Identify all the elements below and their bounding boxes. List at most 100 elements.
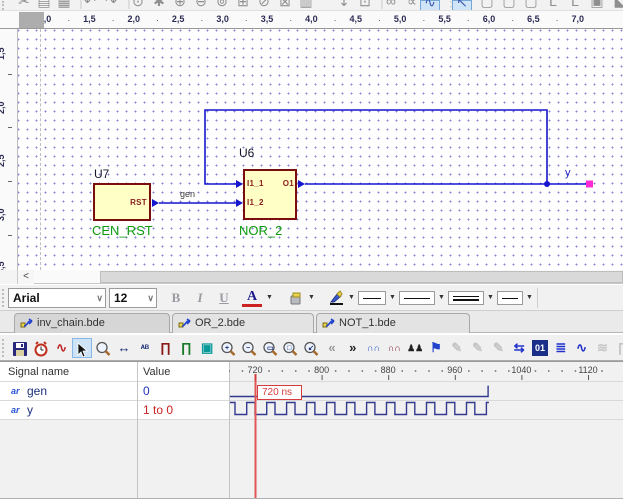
- chevron-down-icon[interactable]: ▼: [487, 294, 494, 301]
- cut-icon[interactable]: ✂: [14, 0, 34, 10]
- copy-pages-icon[interactable]: ▣: [197, 338, 217, 358]
- chevron-down-icon[interactable]: ∨: [96, 289, 103, 307]
- signal-row-gen[interactable]: gen: [27, 384, 47, 398]
- find-value-icon[interactable]: ∩∩: [384, 338, 404, 358]
- signal-value-y: 1 to 0: [143, 403, 174, 417]
- shape-rect-icon[interactable]: ▣: [587, 0, 607, 10]
- chevron-down-icon[interactable]: ▼: [389, 294, 396, 301]
- component-alt-icon[interactable]: ∝: [402, 0, 422, 10]
- component-u6[interactable]: [243, 169, 297, 220]
- signal-row-y[interactable]: y: [27, 403, 33, 417]
- cursor-time-flag[interactable]: 720 ns: [257, 385, 302, 400]
- schematic-canvas[interactable]: U7 RST CEN_RST U6 I1_1 I1_2 O1 NOR_2 gen…: [18, 29, 623, 270]
- font-size-select[interactable]: 12 ∨: [109, 288, 157, 308]
- stimulators-icon[interactable]: ∿: [52, 338, 72, 358]
- chevron-down-icon[interactable]: ▼: [308, 294, 315, 301]
- zoom-in-icon[interactable]: ⊕: [170, 0, 190, 10]
- hscroll-left-button[interactable]: <: [18, 270, 34, 284]
- corner-icon[interactable]: ◣: [610, 0, 623, 10]
- measure-time-icon[interactable]: ↔: [114, 338, 134, 358]
- wave-mode-icon[interactable]: ∿: [420, 0, 440, 10]
- zoom-icon[interactable]: [93, 338, 113, 358]
- wire-l2-icon[interactable]: L: [565, 0, 585, 10]
- timer-icon[interactable]: [31, 338, 51, 358]
- underline-button[interactable]: U: [214, 288, 234, 308]
- column-separator[interactable]: [137, 362, 138, 499]
- arrow-style-select[interactable]: [497, 291, 523, 305]
- net-label-y[interactable]: y: [565, 167, 571, 179]
- shape-box2-icon[interactable]: ▢: [499, 0, 519, 10]
- zoom-out-icon[interactable]: ⊖: [191, 0, 211, 10]
- bold-button[interactable]: B: [166, 288, 186, 308]
- line-color-icon[interactable]: [328, 290, 346, 306]
- binary-01-icon[interactable]: 01: [532, 340, 548, 356]
- signal-name-header[interactable]: Signal name: [8, 366, 69, 378]
- find-icon[interactable]: ∩∩: [364, 338, 384, 358]
- zoom-prev-icon[interactable]: ⊘: [254, 0, 274, 10]
- hscroll-thumb[interactable]: [100, 271, 623, 283]
- zoom-out-icon[interactable]: −: [239, 338, 259, 358]
- compare-ab-icon[interactable]: ᴬᴮ: [135, 338, 155, 358]
- tab-OR_2.bde[interactable]: OR_2.bde: [172, 313, 314, 333]
- tab-inv_chain.bde[interactable]: inv_chain.bde: [14, 313, 170, 333]
- next-event-icon[interactable]: »: [343, 338, 363, 358]
- fill-color-icon[interactable]: [288, 291, 304, 306]
- paste-disabled-icon[interactable]: ✎: [488, 338, 508, 358]
- zoom-fit-icon[interactable]: ⊚: [212, 0, 232, 10]
- zoom-area-icon[interactable]: □: [280, 338, 300, 358]
- zoom-full-icon[interactable]: ▭: [260, 338, 280, 358]
- line-style-select[interactable]: [358, 291, 386, 305]
- pin-icon[interactable]: ↧: [334, 0, 354, 10]
- clock-disabled-icon[interactable]: ∏: [613, 338, 623, 358]
- edit-stimulus-icon[interactable]: ∏: [156, 338, 176, 358]
- chevron-down-icon[interactable]: ▼: [348, 294, 355, 301]
- hruler-tick: ·: [422, 15, 426, 25]
- insert-wave-icon[interactable]: ∿: [572, 338, 592, 358]
- component-icon[interactable]: ∞: [381, 0, 401, 10]
- zoom-area-icon[interactable]: ⊞: [233, 0, 253, 10]
- save-icon[interactable]: [10, 338, 30, 358]
- toolbar-grip[interactable]: [2, 289, 5, 307]
- zoom-in-icon[interactable]: +: [218, 338, 238, 358]
- pin-rst: RST: [130, 198, 147, 207]
- zoom-sel-icon[interactable]: ⊠: [275, 0, 295, 10]
- font-name-select[interactable]: Arial ∨: [8, 288, 106, 308]
- tab-NOT_1.bde[interactable]: NOT_1.bde: [316, 313, 470, 333]
- bus-expand-icon[interactable]: ≣: [551, 338, 571, 358]
- chevron-down-icon[interactable]: ∨: [147, 289, 154, 307]
- flag-icon[interactable]: ⚑: [426, 338, 446, 358]
- cut-disabled-icon[interactable]: ✎: [447, 338, 467, 358]
- border-style-select[interactable]: [448, 291, 484, 305]
- chevron-down-icon[interactable]: ▼: [438, 294, 445, 301]
- chevron-down-icon[interactable]: ▼: [526, 294, 533, 301]
- copy-icon[interactable]: ▤: [34, 0, 54, 10]
- terminal-y[interactable]: [586, 180, 593, 188]
- wire-l-icon[interactable]: L: [543, 0, 563, 10]
- font-toolbar: Arial ∨ 12 ∨ B I U A ▼ ▼ ▼ ▼ ▼ ▼ ▼: [0, 285, 623, 311]
- print-icon[interactable]: ▥: [296, 0, 316, 10]
- line-width-select[interactable]: [399, 291, 435, 305]
- net-label-gen[interactable]: gen: [180, 189, 195, 199]
- redo-icon[interactable]: ↷: [101, 0, 121, 10]
- value-header[interactable]: Value: [143, 366, 170, 378]
- chevron-down-icon[interactable]: ▼: [266, 294, 273, 301]
- pan-hand-icon[interactable]: ✱: [149, 0, 169, 10]
- toolbar-grip[interactable]: [2, 1, 5, 10]
- wave-disabled-icon[interactable]: ≋: [592, 338, 612, 358]
- zoom-icon[interactable]: ⊙: [128, 0, 148, 10]
- waveform-plot[interactable]: [229, 362, 623, 499]
- shape-box3-icon[interactable]: ▢: [521, 0, 541, 10]
- font-color-button[interactable]: A: [242, 288, 262, 307]
- accept-stimulus-icon[interactable]: ∏: [176, 338, 196, 358]
- prev-event-icon[interactable]: «: [322, 338, 342, 358]
- shape-box-icon[interactable]: ▢: [477, 0, 497, 10]
- select-cursor-icon[interactable]: [72, 338, 93, 358]
- copy-disabled-icon[interactable]: ✎: [468, 338, 488, 358]
- zoom-prev-icon[interactable]: ↙: [301, 338, 321, 358]
- markers-icon[interactable]: ♟♟: [405, 338, 425, 358]
- compare-signals-icon[interactable]: ⇆: [509, 338, 529, 358]
- undo-icon[interactable]: ↶: [80, 0, 100, 10]
- select-mode-icon[interactable]: ↖: [452, 0, 472, 10]
- toolbar-grip[interactable]: [2, 339, 5, 357]
- italic-button[interactable]: I: [190, 288, 210, 308]
